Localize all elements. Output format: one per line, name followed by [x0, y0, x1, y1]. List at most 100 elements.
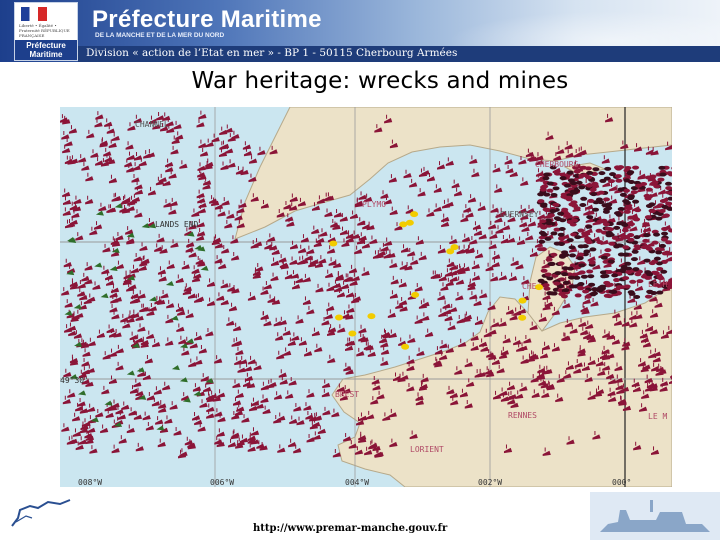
- wreck-symbol: [546, 276, 554, 281]
- wreck-symbol: [659, 172, 667, 177]
- wreck-symbol: [635, 183, 643, 188]
- hazard-symbol: [399, 221, 408, 228]
- label-plymouth: PLYMO: [362, 200, 386, 209]
- wreck-symbol: [633, 235, 641, 240]
- wreck-symbol: [613, 225, 621, 230]
- hazard-symbol: [348, 330, 357, 337]
- wreck-symbol: [646, 272, 654, 277]
- wreck-symbol: [605, 230, 613, 235]
- wreck-symbol: [584, 166, 592, 171]
- brand-title: Préfecture Maritime: [92, 6, 322, 33]
- longitude-label: 008°W: [78, 478, 102, 487]
- wreck-symbol: [611, 235, 619, 240]
- wreck-symbol: [574, 293, 582, 298]
- footer-url[interactable]: http://www.premar-manche.gouv.fr: [253, 523, 447, 534]
- wreck-symbol: [595, 228, 603, 233]
- wreck-symbol: [636, 279, 644, 284]
- wreck-symbol: [577, 252, 585, 257]
- hazard-symbol: [518, 297, 527, 304]
- logo-republic-text: Liberté • Égalité • Fraternité RÉPUBLIQU…: [19, 23, 70, 38]
- wreck-symbol: [557, 211, 565, 216]
- wreck-symbol: [660, 269, 668, 274]
- wreck-symbol: [580, 274, 588, 279]
- wreck-symbol: [655, 216, 663, 221]
- wreck-symbol: [655, 250, 663, 255]
- wreck-symbol: [623, 284, 631, 289]
- wreck-symbol: [658, 243, 666, 248]
- wreck-symbol: [630, 257, 638, 262]
- hazard-symbol: [401, 343, 410, 350]
- wreck-symbol: [598, 171, 606, 176]
- label-le-havre: LE H: [648, 280, 667, 289]
- wreck-symbol: [546, 291, 554, 296]
- wreck-symbol: [597, 200, 605, 205]
- wreck-symbol: [623, 178, 631, 183]
- wreck-symbol: [661, 231, 669, 236]
- wreck-symbol: [584, 236, 592, 241]
- wreck-symbol: [602, 209, 610, 214]
- wreck-symbol: [586, 215, 594, 220]
- wreck-symbol: [644, 294, 652, 299]
- longitude-label: 006°W: [210, 478, 234, 487]
- wreck-symbol: [600, 219, 608, 224]
- wreck-symbol: [615, 285, 623, 290]
- wreck-symbol: [538, 230, 546, 235]
- wreck-symbol: [596, 240, 604, 245]
- wreck-symbol: [621, 222, 629, 227]
- label-lorient: LORIENT: [410, 445, 444, 454]
- wreck-symbol: [553, 281, 561, 286]
- wreck-symbol: [643, 233, 651, 238]
- wreck-symbol: [661, 226, 669, 231]
- wreck-symbol: [621, 228, 629, 233]
- wreck-symbol: [648, 261, 656, 266]
- wreck-symbol: [575, 180, 583, 185]
- hazard-symbol: [334, 314, 343, 321]
- wreck-symbol: [624, 165, 632, 170]
- wreck-symbol: [546, 181, 554, 186]
- wreck-symbol: [619, 267, 627, 272]
- wreck-symbol: [591, 207, 599, 212]
- wreck-symbol: [652, 271, 660, 276]
- wreck-symbol: [622, 234, 630, 239]
- wreck-symbol: [642, 238, 650, 243]
- longitude-label: 002°W: [478, 478, 502, 487]
- label-cherbourg-top: CHERBOURG: [535, 160, 579, 169]
- wreck-symbol: [588, 282, 596, 287]
- wreck-symbol: [585, 240, 593, 245]
- wreck-symbol: [580, 196, 588, 201]
- wreck-symbol: [615, 243, 623, 248]
- wreck-symbol: [633, 244, 641, 249]
- wreck-symbol: [589, 187, 597, 192]
- page-title: War heritage: wrecks and mines: [191, 68, 569, 94]
- wreck-symbol: [611, 273, 619, 278]
- coastline-logo-icon: [11, 499, 71, 527]
- label-le-mans: LE M: [648, 412, 667, 421]
- wreck-symbol: [585, 224, 593, 229]
- wreck-symbol: [653, 184, 661, 189]
- wreck-symbol: [573, 169, 581, 174]
- french-flag-icon: [21, 7, 47, 21]
- wreck-symbol: [550, 252, 558, 257]
- wreck-symbol: [622, 245, 630, 250]
- wreck-symbol: [566, 220, 574, 225]
- wreck-symbol: [566, 170, 574, 175]
- wreck-symbol: [627, 222, 635, 227]
- wreck-symbol: [653, 232, 661, 237]
- hazard-symbol: [329, 240, 338, 247]
- wreck-symbol: [585, 183, 593, 188]
- wreck-symbol: [605, 206, 613, 211]
- wreck-symbol: [599, 284, 607, 289]
- wreck-symbol: [582, 289, 590, 294]
- longitude-label: 004°W: [345, 478, 369, 487]
- wreck-symbol: [587, 274, 595, 279]
- wreck-symbol: [539, 219, 547, 224]
- wreck-symbol: [581, 231, 589, 236]
- wreck-symbol: [658, 165, 666, 170]
- wreck-symbol: [573, 206, 581, 211]
- wreck-symbol: [558, 236, 566, 241]
- wreck-symbol: [642, 222, 650, 227]
- wreck-symbol: [625, 206, 633, 211]
- wreck-symbol: [578, 173, 586, 178]
- wreck-symbol: [554, 271, 562, 276]
- wreck-symbol: [661, 204, 669, 209]
